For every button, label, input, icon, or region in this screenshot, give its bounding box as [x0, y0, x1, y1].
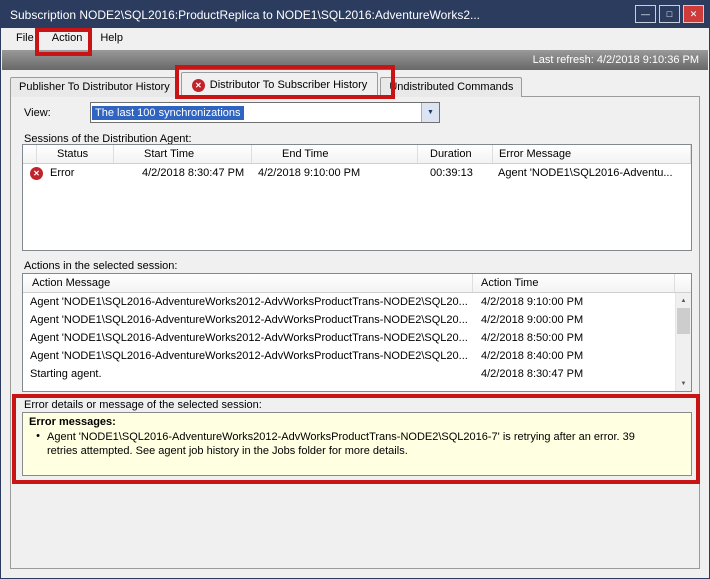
- error-details-label: Error details or message of the selected…: [24, 399, 262, 411]
- actions-col-message[interactable]: Action Message: [23, 274, 473, 292]
- action-time: 4/2/2018 8:40:00 PM: [473, 350, 675, 362]
- subscription-window: Subscription NODE2\SQL2016:ProductReplic…: [0, 0, 710, 579]
- sessions-table: Status Start Time End Time Duration Erro…: [22, 144, 692, 251]
- menubar: File Action Help: [2, 28, 708, 50]
- tab-error-icon: ✕: [192, 79, 205, 92]
- action-message: Agent 'NODE1\SQL2016-AdventureWorks2012-…: [23, 296, 473, 308]
- actions-rows: Agent 'NODE1\SQL2016-AdventureWorks2012-…: [23, 293, 675, 391]
- error-message-item: • Agent 'NODE1\SQL2016-AdventureWorks201…: [29, 430, 685, 458]
- menu-action[interactable]: Action: [43, 28, 92, 50]
- action-message: Agent 'NODE1\SQL2016-AdventureWorks2012-…: [23, 332, 473, 344]
- action-time: 4/2/2018 8:50:00 PM: [473, 332, 675, 344]
- actions-col-stub: [675, 274, 691, 292]
- sessions-col-error-message[interactable]: Error Message: [493, 145, 691, 163]
- error-messages-heading: Error messages:: [29, 416, 685, 428]
- action-row[interactable]: Starting agent. 4/2/2018 8:30:47 PM: [23, 365, 675, 383]
- titlebar: Subscription NODE2\SQL2016:ProductReplic…: [1, 1, 709, 28]
- action-message: Starting agent.: [23, 368, 473, 380]
- tab-publisher-to-distributor[interactable]: Publisher To Distributor History: [10, 77, 179, 97]
- tab-label: Publisher To Distributor History: [19, 81, 170, 93]
- session-duration: 00:39:13: [418, 167, 493, 179]
- window-title: Subscription NODE2\SQL2016:ProductReplic…: [10, 8, 480, 22]
- scroll-up-icon[interactable]: ▲: [676, 293, 691, 308]
- minimize-icon: —: [641, 10, 650, 19]
- session-row[interactable]: ✕ Error 4/2/2018 8:30:47 PM 4/2/2018 9:1…: [23, 164, 691, 182]
- actions-table-header: Action Message Action Time: [23, 274, 691, 293]
- actions-scrollbar[interactable]: ▲ ▼: [675, 293, 691, 391]
- action-row[interactable]: Agent 'NODE1\SQL2016-AdventureWorks2012-…: [23, 329, 675, 347]
- session-error-message: Agent 'NODE1\SQL2016-Adventu...: [493, 167, 691, 179]
- session-end-time: 4/2/2018 9:10:00 PM: [252, 167, 418, 179]
- actions-label: Actions in the selected session:: [24, 260, 177, 272]
- session-status: Error: [50, 167, 74, 179]
- action-message: Agent 'NODE1\SQL2016-AdventureWorks2012-…: [23, 350, 473, 362]
- tab-label: Distributor To Subscriber History: [210, 76, 368, 95]
- scroll-down-icon[interactable]: ▼: [676, 376, 691, 391]
- last-refresh-text: Last refresh: 4/2/2018 9:10:36 PM: [533, 54, 699, 66]
- sessions-col-stub: [23, 145, 37, 163]
- action-row[interactable]: Agent 'NODE1\SQL2016-AdventureWorks2012-…: [23, 347, 675, 365]
- view-dropdown[interactable]: The last 100 synchronizations ▼: [90, 102, 440, 123]
- dropdown-arrow-icon[interactable]: ▼: [421, 103, 439, 122]
- minimize-button[interactable]: —: [635, 5, 656, 23]
- close-icon: ✕: [690, 10, 698, 19]
- maximize-button[interactable]: □: [659, 5, 680, 23]
- action-row[interactable]: Agent 'NODE1\SQL2016-AdventureWorks2012-…: [23, 293, 675, 311]
- sessions-table-header: Status Start Time End Time Duration Erro…: [23, 145, 691, 164]
- sessions-col-end-time[interactable]: End Time: [252, 145, 418, 163]
- sessions-col-status[interactable]: Status: [37, 145, 114, 163]
- menu-help[interactable]: Help: [91, 28, 132, 50]
- error-details-box: Error messages: • Agent 'NODE1\SQL2016-A…: [22, 412, 692, 476]
- scrollbar-thumb[interactable]: [677, 308, 690, 334]
- close-button[interactable]: ✕: [683, 5, 704, 23]
- tab-label: Undistributed Commands: [389, 81, 513, 93]
- scrollbar-track[interactable]: [676, 308, 691, 376]
- view-dropdown-value: The last 100 synchronizations: [92, 106, 244, 120]
- view-label: View:: [24, 107, 51, 119]
- error-message-text: Agent 'NODE1\SQL2016-AdventureWorks2012-…: [47, 430, 685, 458]
- action-time: 4/2/2018 9:10:00 PM: [473, 296, 675, 308]
- action-message: Agent 'NODE1\SQL2016-AdventureWorks2012-…: [23, 314, 473, 326]
- session-error-icon: ✕: [30, 167, 43, 180]
- bullet-icon: •: [29, 430, 47, 458]
- action-time: 4/2/2018 9:00:00 PM: [473, 314, 675, 326]
- menu-file[interactable]: File: [7, 28, 43, 50]
- tabstrip: Publisher To Distributor History ✕ Distr…: [10, 72, 524, 97]
- maximize-icon: □: [667, 10, 672, 19]
- tab-undistributed-commands[interactable]: Undistributed Commands: [380, 77, 522, 97]
- actions-col-time[interactable]: Action Time: [473, 274, 675, 292]
- sessions-col-duration[interactable]: Duration: [418, 145, 493, 163]
- tab-panel: View: The last 100 synchronizations ▼ Se…: [10, 96, 700, 569]
- window-controls: — □ ✕: [635, 5, 704, 23]
- tab-distributor-to-subscriber[interactable]: ✕ Distributor To Subscriber History: [181, 72, 379, 97]
- session-start-time: 4/2/2018 8:30:47 PM: [114, 167, 252, 179]
- actions-table: Action Message Action Time Agent 'NODE1\…: [22, 273, 692, 392]
- action-time: 4/2/2018 8:30:47 PM: [473, 368, 675, 380]
- sessions-col-start-time[interactable]: Start Time: [114, 145, 252, 163]
- action-row[interactable]: Agent 'NODE1\SQL2016-AdventureWorks2012-…: [23, 311, 675, 329]
- refresh-strip: Last refresh: 4/2/2018 9:10:36 PM: [2, 50, 708, 70]
